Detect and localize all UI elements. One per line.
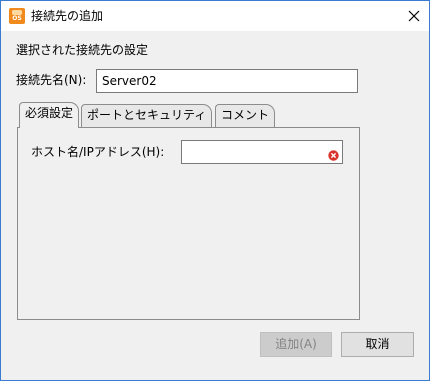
host-label: ホスト名/IPアドレス(H):	[31, 145, 165, 159]
dialog-window: OS 接続先の追加 選択された接続先の設定 接続先名(N): Server02 …	[0, 0, 430, 381]
tab-required-settings[interactable]: 必須設定	[19, 102, 80, 128]
title-bar[interactable]: OS 接続先の追加	[1, 1, 429, 31]
cancel-button[interactable]: 取消	[341, 332, 414, 357]
add-button-label: 追加(A)	[275, 337, 317, 351]
tab-label: コメント	[221, 108, 270, 122]
app-icon: OS	[9, 8, 25, 24]
host-input[interactable]	[181, 140, 343, 164]
cancel-button-label: 取消	[365, 337, 390, 351]
window-title: 接続先の追加	[31, 9, 104, 23]
app-icon-text: OS	[12, 15, 22, 22]
close-icon	[408, 10, 420, 22]
connection-name-label: 接続先名(N):	[16, 73, 87, 87]
add-button[interactable]: 追加(A)	[260, 332, 332, 357]
tab-comment[interactable]: コメント	[215, 104, 276, 127]
tab-label: ポートとセキュリティ	[87, 108, 207, 122]
connection-name-input[interactable]: Server02	[96, 69, 358, 93]
error-icon	[328, 150, 339, 161]
connection-name-value: Server02	[102, 74, 157, 88]
close-button[interactable]	[399, 1, 429, 31]
section-heading: 選択された接続先の設定	[16, 43, 149, 57]
tab-label: 必須設定	[25, 106, 74, 120]
tab-port-security[interactable]: ポートとセキュリティ	[81, 104, 213, 127]
